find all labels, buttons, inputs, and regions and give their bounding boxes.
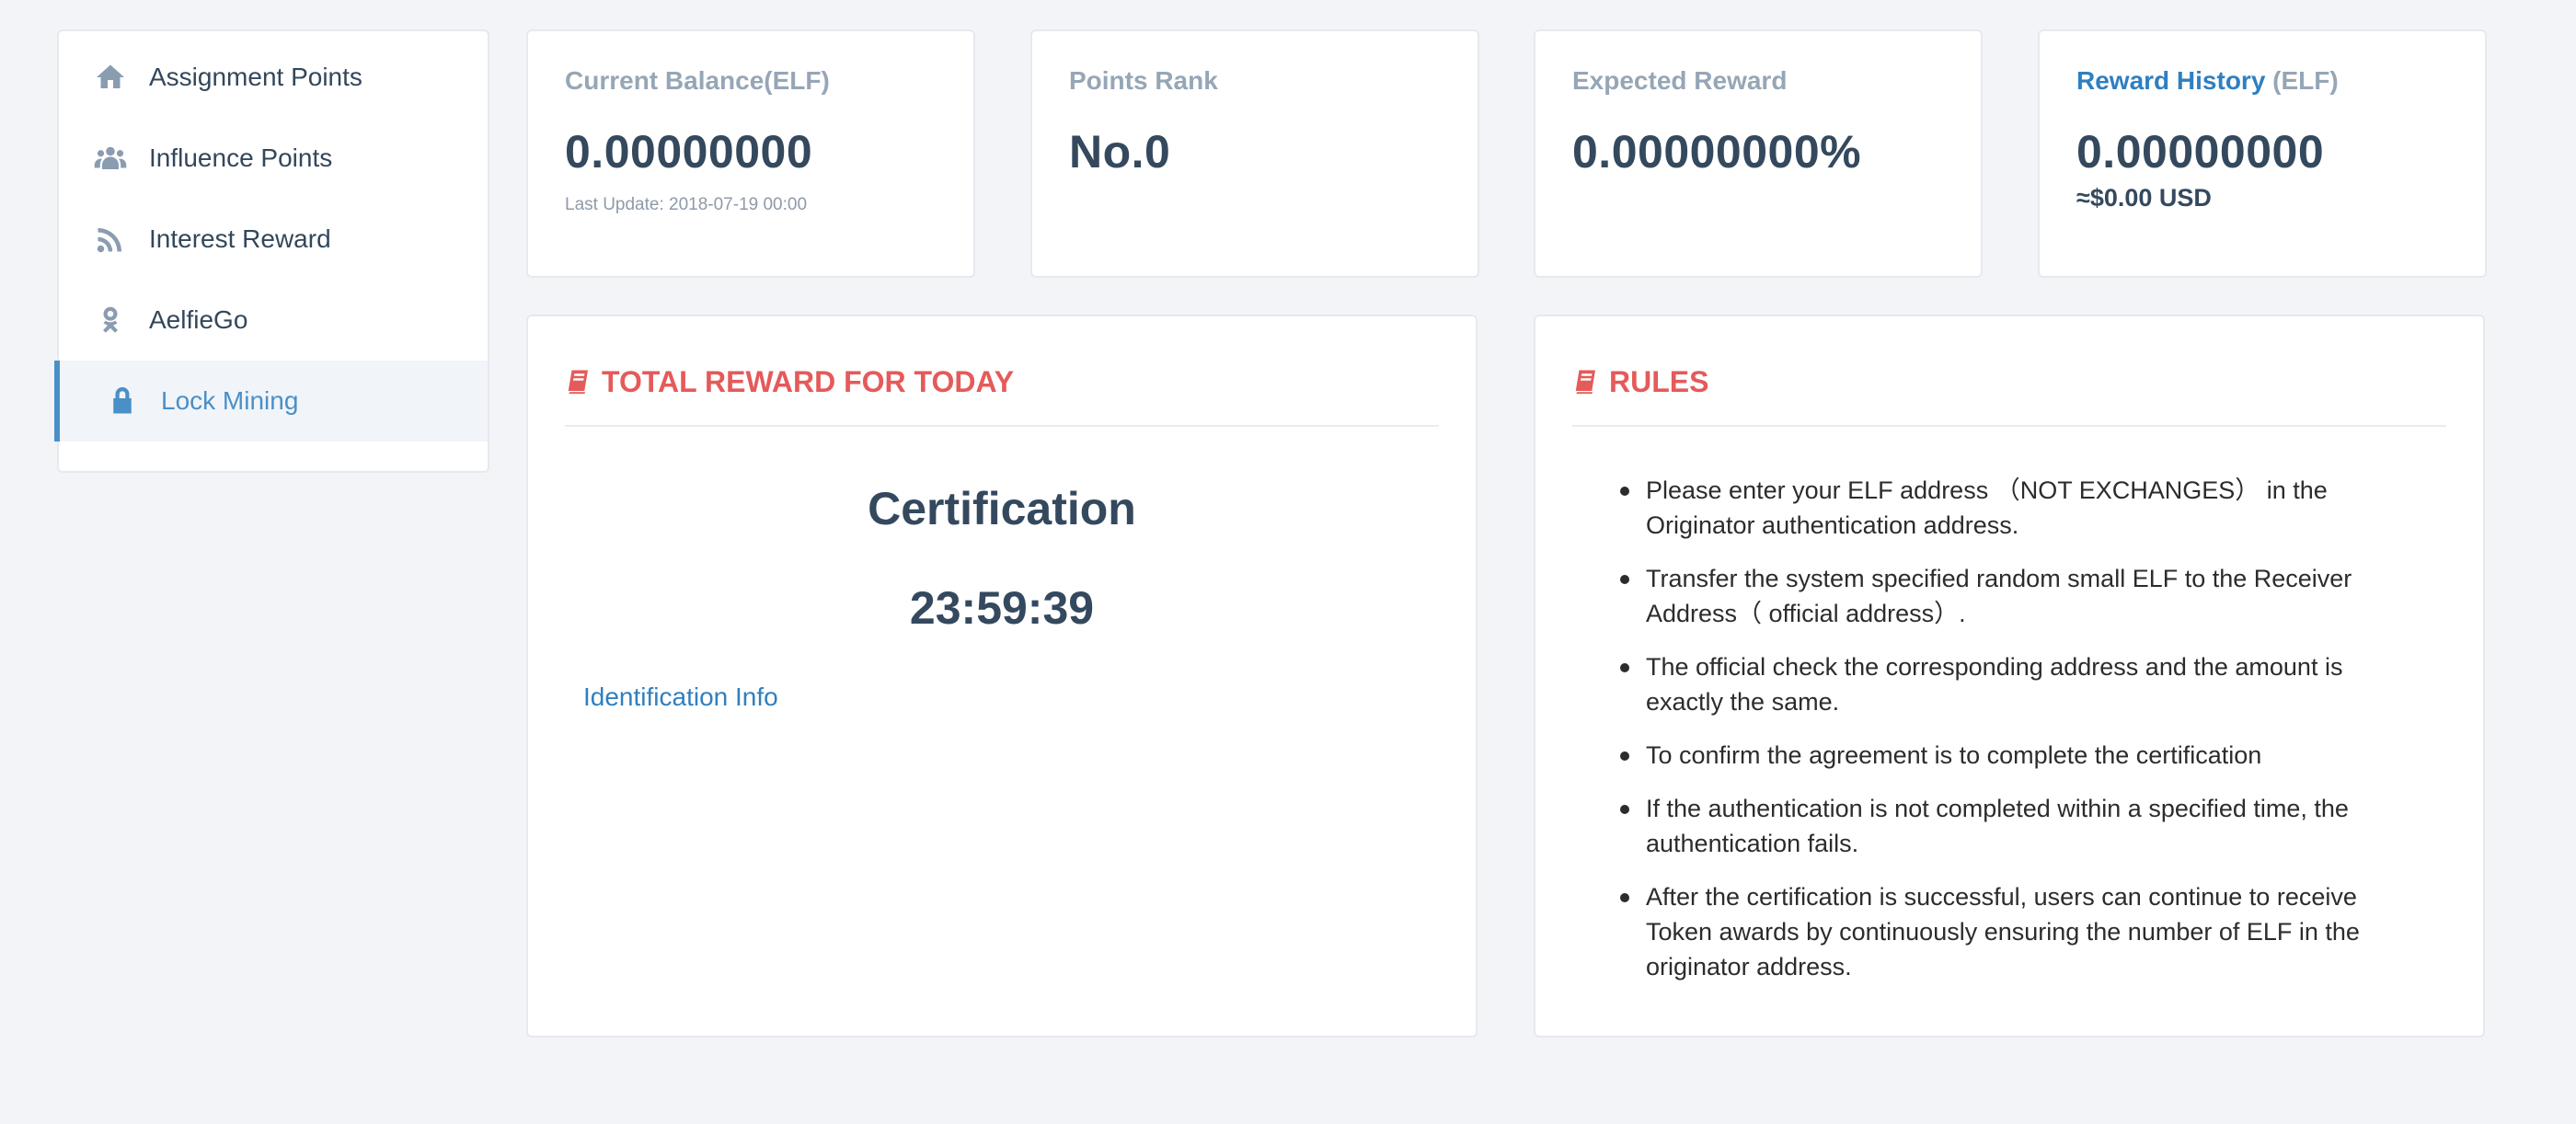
reward-history-card: Reward History (ELF) 0.00000000 ≈$0.00 U…: [2038, 29, 2487, 278]
reward-history-usd: ≈$0.00 USD: [2076, 184, 2212, 212]
odnoklassniki-icon: [92, 302, 129, 338]
sidebar-item-influence-points[interactable]: Influence Points: [59, 118, 488, 199]
home-icon: [92, 59, 129, 96]
expected-reward-label: Expected Reward: [1572, 66, 1788, 95]
reward-history-unit: (ELF): [2265, 66, 2339, 95]
sidebar-item-label: Influence Points: [149, 143, 333, 172]
points-rank-label: Points Rank: [1069, 66, 1218, 95]
sidebar-item-label: AelfieGo: [149, 305, 248, 334]
identification-info-link[interactable]: Identification Info: [583, 682, 778, 712]
list-item: After the certification is successful, u…: [1620, 879, 2446, 984]
current-balance-value: 0.00000000: [565, 126, 813, 178]
list-item: To confirm the agreement is to complete …: [1620, 738, 2446, 773]
certification-countdown: 23:59:39: [909, 582, 1095, 634]
sidebar-item-aelfiego[interactable]: AelfieGo: [59, 280, 488, 361]
expected-reward-value: 0.00000000%: [1572, 126, 1862, 178]
total-reward-title: TOTAL REWARD FOR TODAY: [602, 364, 1015, 398]
rules-list: Please enter your ELF address （NOT EXCHA…: [1572, 473, 2446, 984]
points-rank-card: Points Rank No.0: [1030, 29, 1479, 278]
book-icon: [1575, 370, 1595, 395]
list-item: Please enter your ELF address （NOT EXCHA…: [1620, 473, 2446, 543]
certification-title: Certification: [868, 483, 1136, 534]
sidebar-item-label: Assignment Points: [149, 63, 362, 91]
list-item: Transfer the system specified random sma…: [1620, 561, 2446, 631]
current-balance-label: Current Balance(ELF): [565, 66, 830, 95]
rules-header: RULES: [1572, 316, 2446, 427]
users-icon: [92, 140, 129, 177]
sidebar-item-lock-mining[interactable]: Lock Mining: [54, 361, 488, 442]
points-rank-value: No.0: [1069, 126, 1171, 178]
sidebar-nav: Assignment Points Influence Points Inter…: [54, 29, 489, 473]
reward-history-label: Reward History (ELF): [2076, 66, 2448, 96]
sidebar-item-interest-reward[interactable]: Interest Reward: [59, 199, 488, 280]
rules-panel: RULES Please enter your ELF address （NOT…: [1534, 315, 2485, 1038]
lock-icon: [104, 383, 141, 419]
reward-history-value: 0.00000000: [2076, 126, 2325, 178]
list-item: If the authentication is not completed w…: [1620, 791, 2446, 861]
total-reward-header: TOTAL REWARD FOR TODAY: [565, 316, 1439, 427]
rss-icon: [92, 221, 129, 258]
list-item: The official check the corresponding add…: [1620, 649, 2446, 719]
sidebar-item-label: Interest Reward: [149, 224, 331, 253]
last-update-text: Last Update: 2018-07-19 00:00: [565, 195, 808, 214]
total-reward-panel: TOTAL REWARD FOR TODAY Certification 23:…: [526, 315, 1478, 1038]
sidebar-item-label: Lock Mining: [161, 386, 299, 415]
book-icon: [568, 370, 588, 395]
current-balance-card: Current Balance(ELF) 0.00000000 Last Upd…: [526, 29, 975, 278]
rules-title: RULES: [1609, 364, 1709, 398]
expected-reward-card: Expected Reward 0.00000000%: [1534, 29, 1983, 278]
sidebar-item-assignment-points[interactable]: Assignment Points: [59, 37, 488, 118]
reward-history-link[interactable]: Reward History: [2076, 66, 2265, 95]
